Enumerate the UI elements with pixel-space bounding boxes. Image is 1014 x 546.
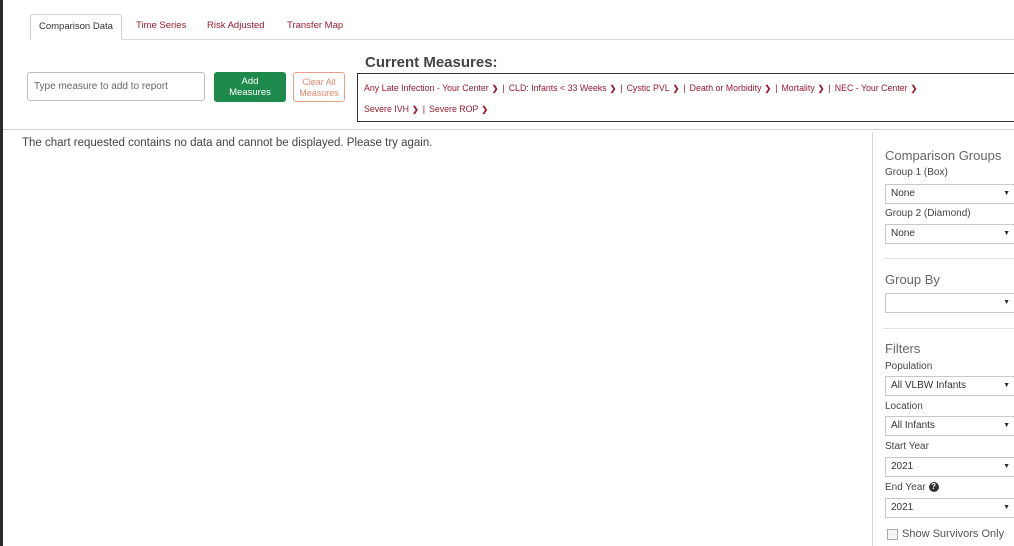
chevron-down-icon: ❯ [609, 84, 617, 93]
end-year-select[interactable]: 2021 ▼ [885, 498, 1014, 518]
group2-label: Group 2 (Diamond) [885, 208, 971, 219]
show-survivors-label: Show Survivors Only [902, 528, 1005, 540]
tab-risk-adjusted[interactable]: Risk Adjusted [199, 14, 273, 38]
end-year-label: End Year [885, 482, 926, 493]
section-divider [3, 129, 1014, 130]
start-year-select[interactable]: 2021 ▼ [885, 457, 1014, 477]
measure-death-or-morbidity[interactable]: Death or Morbidity ❯ [690, 83, 772, 93]
window-edge [0, 0, 3, 546]
add-measures-label-2: Measures [229, 87, 271, 98]
measure-nec[interactable]: NEC - Your Center ❯ [835, 83, 918, 93]
caret-down-icon: ▼ [1003, 190, 1010, 197]
measures-line-2: Severe IVH ❯ | Severe ROP ❯ [364, 104, 489, 114]
tab-comparison-data[interactable]: Comparison Data [30, 14, 122, 40]
panel-divider [883, 328, 1014, 329]
chevron-down-icon: ❯ [481, 105, 489, 114]
caret-down-icon: ▼ [1003, 382, 1010, 389]
measure-severe-rop[interactable]: Severe ROP ❯ [429, 104, 488, 114]
group2-select[interactable]: None ▼ [885, 224, 1014, 244]
chevron-down-icon: ❯ [491, 84, 499, 93]
caret-down-icon: ▼ [1003, 422, 1010, 429]
measure-any-late-infection[interactable]: Any Late Infection - Your Center ❯ [364, 83, 498, 93]
caret-down-icon: ▼ [1003, 230, 1010, 237]
filters-title: Filters [885, 341, 921, 356]
tab-transfer-map[interactable]: Transfer Map [279, 14, 351, 38]
group-by-title: Group By [885, 272, 940, 287]
end-year-label-row: End Year? [885, 482, 939, 493]
start-year-label: Start Year [885, 441, 929, 452]
chevron-down-icon: ❯ [672, 84, 680, 93]
caret-down-icon: ▼ [1003, 504, 1010, 511]
group1-value: None [891, 188, 915, 199]
chevron-down-icon: ❯ [411, 105, 419, 114]
population-label: Population [885, 361, 933, 372]
chevron-down-icon: ❯ [764, 84, 772, 93]
filter-panel: Comparison Groups Group 1 (Box) None ▼ G… [872, 132, 1014, 546]
show-survivors-checkbox[interactable] [887, 528, 898, 540]
current-measures-box: Any Late Infection - Your Center ❯ | CLD: I… [357, 73, 1014, 122]
group2-value: None [891, 228, 915, 239]
caret-down-icon: ▼ [1003, 463, 1010, 470]
measure-search-input[interactable] [27, 72, 205, 101]
measures-line-1: Any Late Infection - Your Center ❯ | CLD: I… [364, 83, 918, 93]
add-measures-button[interactable]: Add Measures [214, 72, 286, 102]
location-value: All Infants [891, 420, 935, 431]
tab-bar: Comparison Data Time Series Risk Adjuste… [30, 14, 1014, 40]
group-by-select[interactable]: ▼ [885, 293, 1014, 313]
current-measures-title: Current Measures: [365, 54, 498, 71]
measure-mortality[interactable]: Mortality ❯ [781, 83, 824, 93]
chevron-down-icon: ❯ [817, 84, 825, 93]
tab-time-series[interactable]: Time Series [128, 14, 194, 38]
comparison-groups-title: Comparison Groups [885, 148, 1002, 163]
population-select[interactable]: All VLBW Infants ▼ [885, 376, 1014, 396]
measure-cystic-pvl[interactable]: Cystic PVL ❯ [627, 83, 680, 93]
location-select[interactable]: All Infants ▼ [885, 416, 1014, 436]
add-measures-label-1: Add [241, 76, 259, 87]
help-icon[interactable]: ? [928, 482, 939, 493]
clear-all-label-1: Clear All [302, 77, 336, 87]
start-year-value: 2021 [891, 461, 914, 472]
measure-cld[interactable]: CLD: Infants < 33 Weeks ❯ [509, 83, 617, 93]
location-label: Location [885, 401, 923, 412]
show-survivors-row[interactable]: Show Survivors Only [887, 528, 1004, 540]
group1-select[interactable]: None ▼ [885, 184, 1014, 204]
group1-label: Group 1 (Box) [885, 167, 948, 178]
measure-severe-ivh[interactable]: Severe IVH ❯ [364, 104, 419, 114]
clear-all-label-2: Measures [299, 87, 339, 98]
no-data-message: The chart requested contains no data and… [22, 137, 433, 149]
end-year-value: 2021 [891, 502, 914, 513]
population-value: All VLBW Infants [891, 380, 967, 391]
clear-all-measures-button[interactable]: Clear All Measures [293, 72, 345, 102]
chevron-down-icon: ❯ [910, 84, 918, 93]
caret-down-icon: ▼ [1003, 299, 1010, 306]
panel-divider [883, 258, 1014, 259]
